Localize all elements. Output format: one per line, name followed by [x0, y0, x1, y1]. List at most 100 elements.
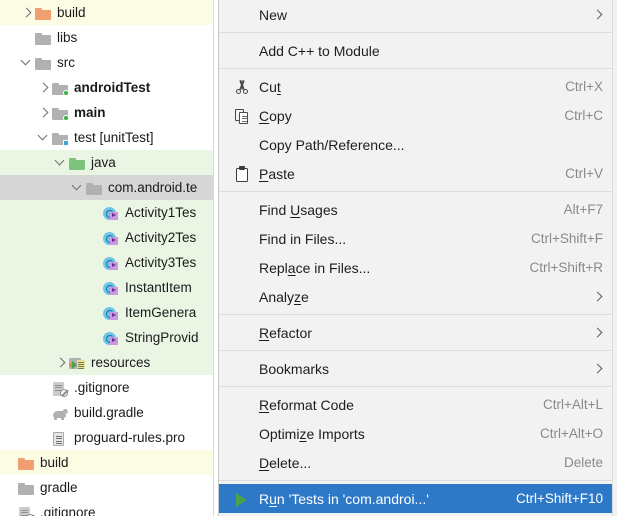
copy-icon	[231, 105, 255, 127]
tree-row-label: gradle	[40, 479, 78, 495]
menu-item-shortcut: Ctrl+Shift+R	[529, 260, 603, 275]
menu-item-find-in-files[interactable]: Find in Files... Ctrl+Shift+F	[219, 224, 616, 253]
menu-icon-blank	[231, 394, 255, 416]
menu-item-optimize-imports[interactable]: Optimize Imports Ctrl+Alt+O	[219, 419, 616, 448]
tree-row[interactable]: StringProvid	[0, 325, 214, 350]
menu-item-copy-path-reference[interactable]: Copy Path/Reference...	[219, 130, 616, 159]
tree-row[interactable]: Activity2Tes	[0, 225, 214, 250]
menu-item-copy[interactable]: Copy Ctrl+C	[219, 101, 616, 130]
tree-row-label: InstantItem	[125, 279, 192, 295]
tree-row-label: proguard-rules.pro	[74, 429, 186, 445]
tree-row[interactable]: ItemGenera	[0, 300, 214, 325]
chevron-down-icon[interactable]	[54, 150, 69, 175]
chevron-right-icon	[593, 328, 603, 338]
run-icon	[231, 488, 255, 510]
tree-row[interactable]: libs	[0, 25, 214, 50]
menu-item-replace-in-files[interactable]: Replace in Files... Ctrl+Shift+R	[219, 253, 616, 282]
menu-item-refactor[interactable]: Refactor	[219, 318, 616, 347]
tree-expander-placeholder	[88, 225, 103, 250]
menu-item-cut[interactable]: Cut Ctrl+X	[219, 72, 616, 101]
tree-row-label: ItemGenera	[125, 304, 197, 320]
menu-item-analyze[interactable]: Analyze	[219, 282, 616, 311]
tree-row-label: build	[40, 454, 69, 470]
tree-row[interactable]: src	[0, 50, 214, 75]
tree-expander-placeholder	[20, 25, 35, 50]
tree-row-label: .gitignore	[74, 379, 130, 395]
menu-icon-blank	[231, 257, 255, 279]
menu-item-label: Find Usages	[259, 201, 338, 218]
chevron-down-icon[interactable]	[71, 175, 86, 200]
folder-icon	[18, 480, 35, 496]
tree-row-label: libs	[57, 29, 78, 45]
menu-icon-blank	[231, 228, 255, 250]
tree-row-label: StringProvid	[125, 329, 199, 345]
menu-item-shortcut: Ctrl+Shift+F	[530, 231, 603, 246]
tree-row[interactable]: Activity3Tes	[0, 250, 214, 275]
tree-expander-placeholder	[88, 300, 103, 325]
menu-item-bookmarks[interactable]: Bookmarks	[219, 354, 616, 383]
tree-row[interactable]: proguard-rules.pro	[0, 425, 214, 450]
tree-row-label: java	[91, 154, 116, 170]
menu-item-shortcut: Ctrl+Alt+L	[542, 397, 603, 412]
chevron-right-icon[interactable]	[37, 75, 52, 100]
context-menu[interactable]: New Add C++ to Module Cut Ctrl+X Copy Ctrl+C C…	[218, 0, 617, 516]
menu-item-new[interactable]: New	[219, 0, 616, 29]
tree-row[interactable]: com.android.te	[0, 175, 214, 200]
tree-row[interactable]: build	[0, 0, 214, 25]
folder-icon	[35, 55, 52, 71]
menu-item-add-c-to-module[interactable]: Add C++ to Module	[219, 36, 616, 65]
chevron-right-icon[interactable]	[54, 350, 69, 375]
chevron-right-icon	[593, 364, 603, 374]
menu-item-label: Cut	[259, 78, 281, 95]
tree-row[interactable]: .gitignore	[0, 375, 214, 400]
test-class-icon	[103, 330, 120, 346]
menu-item-find-usages[interactable]: Find Usages Alt+F7	[219, 195, 616, 224]
test-class-icon	[103, 280, 120, 296]
tree-row[interactable]: java	[0, 150, 214, 175]
tree-row-label: src	[57, 54, 75, 70]
tree-row[interactable]: build	[0, 450, 214, 475]
folder-sourceset-icon	[52, 105, 69, 121]
tree-row[interactable]: main	[0, 100, 214, 125]
chevron-right-icon[interactable]	[37, 100, 52, 125]
chevron-down-icon[interactable]	[37, 125, 52, 150]
scissors-icon	[231, 76, 255, 98]
menu-item-label: Delete...	[259, 454, 312, 471]
tree-row[interactable]: InstantItem	[0, 275, 214, 300]
folder-sourceset-icon	[52, 80, 69, 96]
menu-item-reformat-code[interactable]: Reformat Code Ctrl+Alt+L	[219, 390, 616, 419]
paste-icon	[231, 163, 255, 185]
menu-item-label: Copy	[259, 107, 292, 124]
menu-item-label: Reformat Code	[259, 396, 354, 413]
tree-row[interactable]: test [unitTest]	[0, 125, 214, 150]
menu-item-paste[interactable]: Paste Ctrl+V	[219, 159, 616, 188]
tree-row[interactable]: Activity1Tes	[0, 200, 214, 225]
tree-expander-placeholder	[88, 325, 103, 350]
tree-row[interactable]: gradle	[0, 475, 214, 500]
menu-icon-blank	[231, 286, 255, 308]
right-scroll-gutter[interactable]	[612, 0, 617, 516]
project-tree-panel[interactable]: build libs src androidTest main test [unitTes…	[0, 0, 214, 516]
tree-row[interactable]: resources	[0, 350, 214, 375]
menu-item-label: Replace in Files...	[259, 259, 371, 276]
chevron-right-icon	[593, 10, 603, 20]
tree-row[interactable]: androidTest	[0, 75, 214, 100]
folder-source-root-icon	[69, 155, 86, 171]
tree-row-label: .gitignore	[40, 504, 96, 516]
menu-item-delete[interactable]: Delete... Delete	[219, 448, 616, 477]
tree-row-label: Activity2Tes	[125, 229, 197, 245]
chevron-down-icon[interactable]	[20, 50, 35, 75]
menu-item-shortcut: Delete	[563, 455, 603, 470]
tree-expander-placeholder	[37, 425, 52, 450]
tree-expander-placeholder	[88, 200, 103, 225]
menu-item-label: Find in Files...	[259, 230, 347, 247]
tree-row[interactable]: .gitignore	[0, 500, 214, 516]
menu-item-run-tests-in-com-androi[interactable]: Run 'Tests in 'com.androi...' Ctrl+Shift+…	[219, 484, 616, 513]
chevron-right-icon[interactable]	[20, 0, 35, 25]
menu-icon-blank	[231, 423, 255, 445]
menu-item-shortcut: Ctrl+V	[565, 166, 603, 181]
tree-row[interactable]: build.gradle	[0, 400, 214, 425]
menu-separator	[219, 68, 616, 69]
menu-icon-blank	[231, 134, 255, 156]
tree-expander-placeholder	[3, 475, 18, 500]
